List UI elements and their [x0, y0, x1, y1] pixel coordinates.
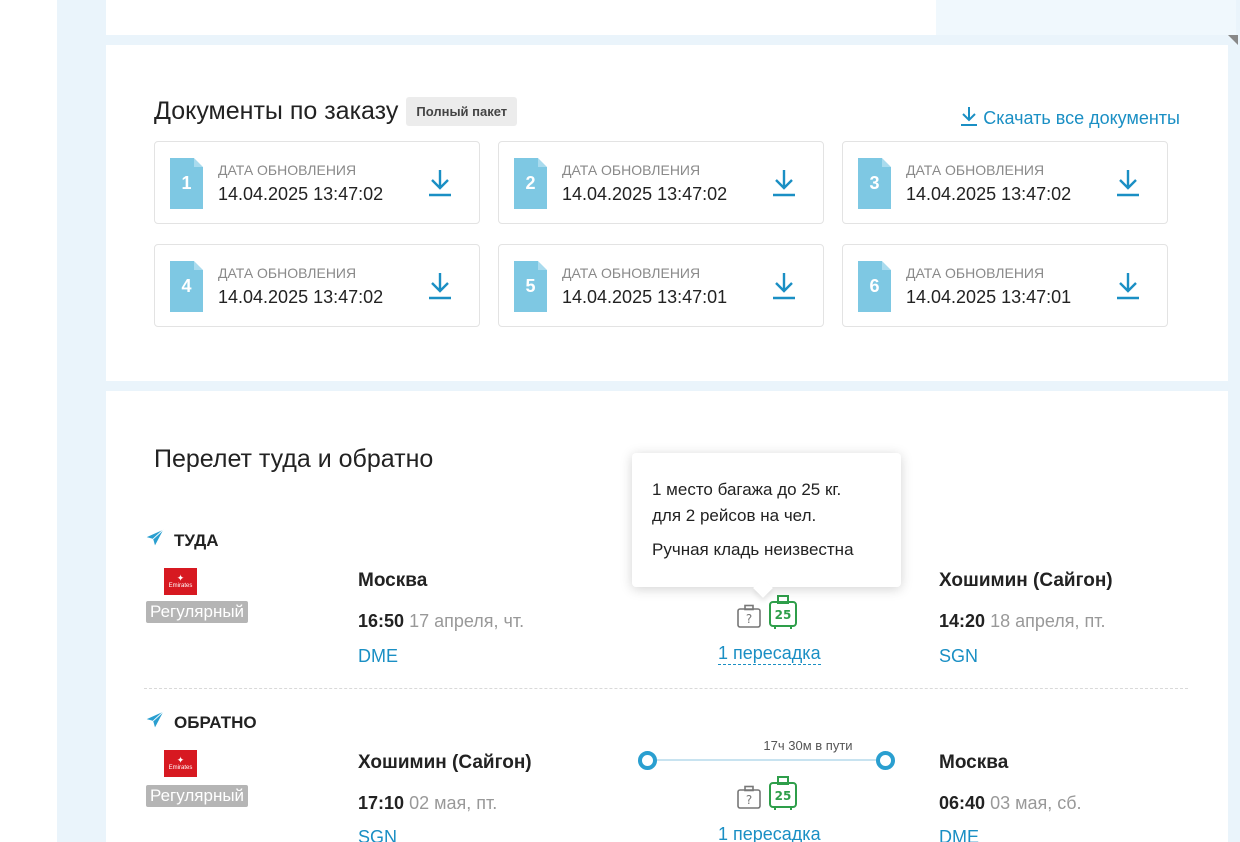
luggage-icon: 25	[768, 775, 798, 816]
departure-city: Москва	[358, 570, 428, 591]
document-card[interactable]: 6 ДАТА ОБНОВЛЕНИЯ 14.04.2025 13:47:01	[842, 244, 1168, 327]
download-icon[interactable]	[427, 271, 453, 306]
documents-panel: Документы по заказу Полный пакет Скачать…	[106, 45, 1228, 381]
document-date: 14.04.2025 13:47:02	[562, 184, 728, 204]
departure-airport-code[interactable]: SGN	[358, 827, 397, 842]
flight-title: Перелет туда и обратно	[154, 445, 434, 473]
download-icon[interactable]	[1115, 168, 1141, 203]
document-card[interactable]: 4 ДАТА ОБНОВЛЕНИЯ 14.04.2025 13:47:02	[154, 244, 480, 327]
documents-header: Документы по заказу Полный пакет	[154, 97, 518, 126]
arrival-time: 06:40 03 мая, сб.	[939, 793, 1082, 813]
arrival-airport-code[interactable]: SGN	[939, 646, 978, 667]
document-icon: 6	[858, 261, 891, 312]
document-icon: 3	[858, 158, 891, 209]
flight-duration: 17ч 30м в пути	[763, 738, 853, 753]
document-date: 14.04.2025 13:47:02	[218, 184, 384, 204]
document-date: 14.04.2025 13:47:01	[906, 287, 1072, 307]
document-icon: 4	[170, 261, 203, 312]
route-end-node	[876, 751, 895, 770]
svg-text:?: ?	[746, 793, 752, 807]
plane-icon	[144, 527, 166, 554]
document-date: 14.04.2025 13:47:02	[218, 287, 384, 307]
top-panel-right	[936, 0, 1236, 35]
download-icon[interactable]	[771, 168, 797, 203]
departure-time: 16:50 17 апреля, чт.	[358, 611, 525, 631]
airline-logo: ✦ Emirates	[164, 750, 197, 777]
flight-type-tag: Регулярный	[146, 601, 249, 623]
document-date: 14.04.2025 13:47:01	[562, 287, 728, 307]
document-icon: 5	[514, 261, 547, 312]
transfer-link[interactable]: 1 пересадка	[718, 643, 821, 665]
arrival-city: Хошимин (Сайгон)	[939, 570, 1113, 591]
download-all-label: Скачать все документы	[983, 108, 1180, 128]
airline-logo: ✦ Emirates	[164, 568, 197, 595]
svg-text:25: 25	[775, 608, 792, 622]
download-icon	[959, 105, 979, 132]
direction-label: ОБРАТНО	[174, 712, 257, 732]
outbound-direction: ТУДА	[144, 527, 218, 554]
svg-text:25: 25	[775, 789, 792, 803]
route-start-node	[638, 751, 657, 770]
segment-divider	[144, 688, 1188, 689]
document-label: ДАТА ОБНОВЛЕНИЯ	[218, 162, 357, 178]
departure-airport-code[interactable]: DME	[358, 646, 398, 667]
hand-luggage-unknown-icon: ?	[736, 604, 762, 635]
departure-city: Хошимин (Сайгон)	[358, 752, 532, 773]
document-date: 14.04.2025 13:47:02	[906, 184, 1072, 204]
document-label: ДАТА ОБНОВЛЕНИЯ	[562, 265, 701, 281]
top-panel	[106, 0, 936, 35]
flight-type-tag: Регулярный	[146, 785, 249, 807]
download-all-link[interactable]: Скачать все документы	[959, 105, 1180, 132]
plane-icon	[144, 709, 166, 736]
document-card[interactable]: 5 ДАТА ОБНОВЛЕНИЯ 14.04.2025 13:47:01	[498, 244, 824, 327]
hand-luggage-unknown-icon: ?	[736, 785, 762, 816]
download-icon[interactable]	[771, 271, 797, 306]
document-card[interactable]: 3 ДАТА ОБНОВЛЕНИЯ 14.04.2025 13:47:02	[842, 141, 1168, 224]
arrival-city: Москва	[939, 752, 1009, 773]
baggage-info[interactable]: ? 25	[736, 775, 798, 816]
document-icon: 2	[514, 158, 547, 209]
baggage-info[interactable]: ? 25	[736, 594, 798, 635]
route-line	[654, 759, 880, 761]
corner-marker	[1228, 35, 1238, 45]
baggage-tooltip: 1 место багажа до 25 кг. для 2 рейсов на …	[632, 453, 901, 587]
document-card[interactable]: 2 ДАТА ОБНОВЛЕНИЯ 14.04.2025 13:47:02	[498, 141, 824, 224]
return-direction: ОБРАТНО	[144, 709, 257, 736]
arrival-time: 14:20 18 апреля, пт.	[939, 611, 1106, 631]
document-card[interactable]: 1 ДАТА ОБНОВЛЕНИЯ 14.04.2025 13:47:02	[154, 141, 480, 224]
direction-label: ТУДА	[174, 530, 219, 550]
document-label: ДАТА ОБНОВЛЕНИЯ	[218, 265, 357, 281]
transfer-link[interactable]: 1 пересадка	[718, 824, 821, 842]
package-badge: Полный пакет	[406, 97, 518, 126]
luggage-icon: 25	[768, 594, 798, 635]
document-label: ДАТА ОБНОВЛЕНИЯ	[562, 162, 701, 178]
document-icon: 1	[170, 158, 203, 209]
download-icon[interactable]	[1115, 271, 1141, 306]
document-label: ДАТА ОБНОВЛЕНИЯ	[906, 265, 1045, 281]
tooltip-baggage-line: 1 место багажа до 25 кг. для 2 рейсов на …	[652, 480, 842, 525]
departure-time: 17:10 02 мая, пт.	[358, 793, 498, 813]
tooltip-hand-luggage-line: Ручная кладь неизвестна	[652, 540, 854, 559]
document-label: ДАТА ОБНОВЛЕНИЯ	[906, 162, 1045, 178]
download-icon[interactable]	[427, 168, 453, 203]
documents-title: Документы по заказу	[154, 97, 399, 125]
arrival-airport-code[interactable]: DME	[939, 827, 979, 842]
svg-text:?: ?	[746, 612, 752, 626]
